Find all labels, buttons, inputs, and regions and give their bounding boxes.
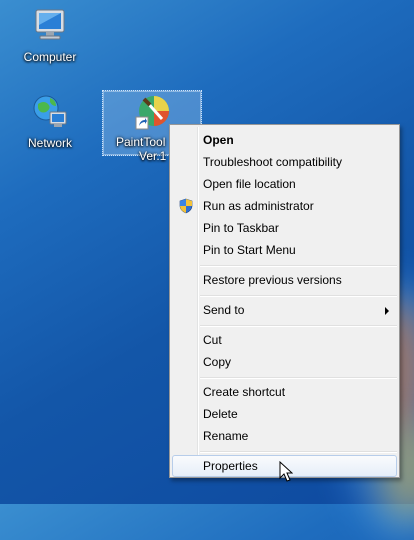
menu-separator bbox=[200, 325, 397, 327]
menu-item-label: Pin to Taskbar bbox=[203, 221, 279, 235]
menu-item-label: Send to bbox=[203, 303, 245, 317]
menu-item-troubleshoot-compatibility[interactable]: Troubleshoot compatibility bbox=[172, 151, 397, 173]
menu-item-cut[interactable]: Cut bbox=[172, 329, 397, 351]
menu-item-send-to[interactable]: Send to bbox=[172, 299, 397, 321]
menu-item-label: Create shortcut bbox=[203, 385, 286, 399]
menu-item-restore-previous-versions[interactable]: Restore previous versions bbox=[172, 269, 397, 291]
painttool-shortcut-icon bbox=[135, 96, 169, 130]
menu-item-pin-to-taskbar[interactable]: Pin to Taskbar bbox=[172, 217, 397, 239]
context-menu: Open Troubleshoot compatibility Open fil… bbox=[169, 124, 400, 478]
menu-item-label: Open bbox=[203, 133, 234, 147]
desktop-icon-label: Network bbox=[27, 136, 72, 150]
menu-item-label: Copy bbox=[203, 355, 232, 369]
menu-item-label: Delete bbox=[203, 407, 238, 421]
menu-item-rename[interactable]: Rename bbox=[172, 425, 397, 447]
desktop-icon-computer[interactable]: Computer bbox=[12, 6, 88, 64]
submenu-arrow-icon bbox=[385, 307, 389, 315]
menu-item-label: Run as administrator bbox=[203, 199, 314, 213]
menu-item-label: Restore previous versions bbox=[203, 273, 342, 287]
menu-separator bbox=[200, 265, 397, 267]
network-icon bbox=[33, 95, 67, 127]
menu-item-label: Open file location bbox=[203, 177, 296, 191]
menu-separator bbox=[200, 451, 397, 453]
uac-shield-icon bbox=[179, 198, 193, 214]
menu-item-pin-to-start-menu[interactable]: Pin to Start Menu bbox=[172, 239, 397, 261]
menu-item-label: Cut bbox=[203, 333, 222, 347]
menu-item-label: Rename bbox=[203, 429, 249, 443]
desktop-icon-label: Computer bbox=[23, 50, 77, 64]
menu-item-label: Properties bbox=[203, 459, 258, 473]
menu-item-open-file-location[interactable]: Open file location bbox=[172, 173, 397, 195]
menu-item-label: Troubleshoot compatibility bbox=[203, 155, 342, 169]
menu-separator bbox=[200, 377, 397, 379]
menu-item-delete[interactable]: Delete bbox=[172, 403, 397, 425]
menu-item-run-as-administrator[interactable]: Run as administrator bbox=[172, 195, 397, 217]
menu-item-create-shortcut[interactable]: Create shortcut bbox=[172, 381, 397, 403]
menu-item-label: Pin to Start Menu bbox=[203, 243, 296, 257]
menu-item-open[interactable]: Open bbox=[172, 129, 397, 151]
menu-item-copy[interactable]: Copy bbox=[172, 351, 397, 373]
menu-separator bbox=[200, 295, 397, 297]
desktop-icon-network[interactable]: Network bbox=[12, 92, 88, 150]
computer-icon bbox=[35, 9, 65, 40]
mouse-cursor-icon bbox=[279, 461, 293, 482]
